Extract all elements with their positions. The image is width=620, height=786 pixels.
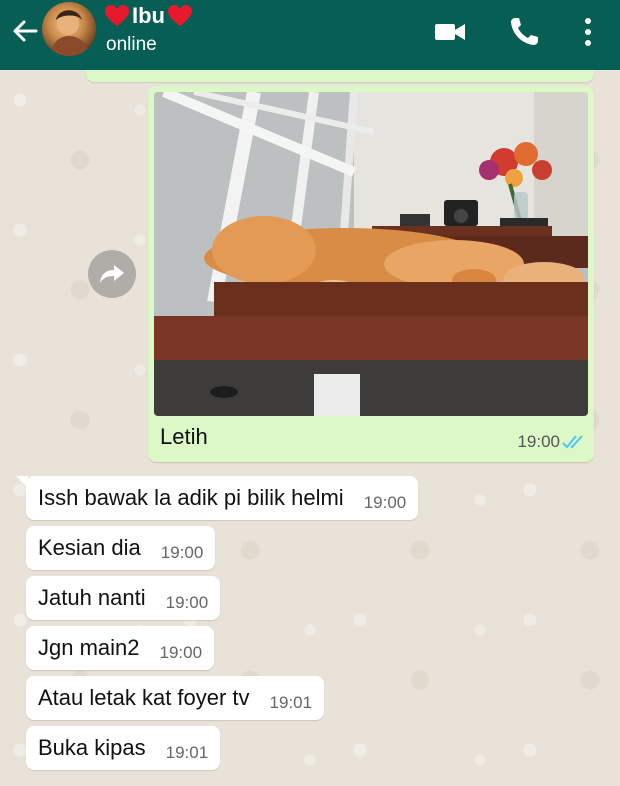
forward-icon	[100, 265, 124, 283]
incoming-message[interactable]: Jgn main2 19:00	[26, 626, 215, 670]
message-time: 19:01	[165, 743, 209, 762]
more-options-icon	[585, 18, 591, 46]
video-call-button[interactable]	[432, 14, 468, 50]
incoming-message[interactable]: Kesian dia 19:00	[26, 526, 216, 570]
message-time: 19:00	[160, 543, 204, 562]
incoming-message[interactable]: Jatuh nanti 19:00	[26, 576, 221, 620]
heart-icon	[105, 5, 129, 26]
avatar[interactable]	[42, 2, 96, 56]
image-message[interactable]: Letih 19:00	[148, 86, 594, 462]
message-time: 19:00	[517, 432, 560, 451]
message-time: 19:01	[269, 693, 313, 712]
video-call-icon	[435, 24, 465, 40]
contact-name: Ibu	[104, 2, 193, 30]
message-time: 19:00	[363, 493, 407, 512]
incoming-message[interactable]: Atau letak kat foyer tv 19:01	[26, 676, 325, 720]
message-time: 19:00	[159, 643, 203, 662]
voice-call-button[interactable]	[506, 14, 542, 50]
photo-cat-on-stairs[interactable]	[154, 92, 588, 416]
chat-header: Ibu online	[0, 0, 620, 70]
heart-icon	[168, 5, 192, 26]
image-caption: Letih	[160, 424, 208, 449]
previous-message-bubble	[86, 70, 594, 82]
chat-area[interactable]: Letih 19:00 Issh bawak la adik pi bilik …	[0, 70, 620, 786]
incoming-message[interactable]: Buka kipas 19:01	[26, 726, 221, 770]
phone-icon	[511, 18, 538, 45]
message-text: Kesian dia	[38, 535, 141, 560]
incoming-message[interactable]: Issh bawak la adik pi bilik helmi 19:00	[15, 476, 419, 520]
message-time: 19:00	[165, 593, 209, 612]
contact-name-text: Ibu	[132, 3, 165, 28]
message-text: Buka kipas	[38, 735, 146, 760]
more-options-button[interactable]	[570, 14, 606, 50]
message-text: Issh bawak la adik pi bilik helmi	[38, 485, 344, 510]
forward-button[interactable]	[88, 250, 136, 298]
contact-info[interactable]: Ibu online	[104, 2, 193, 56]
message-text: Atau letak kat foyer tv	[38, 685, 250, 710]
double-check-icon	[562, 435, 583, 449]
message-text: Jatuh nanti	[38, 585, 146, 610]
contact-status: online	[106, 34, 157, 55]
back-button[interactable]	[8, 14, 42, 48]
message-text: Jgn main2	[38, 635, 140, 660]
back-arrow-icon	[13, 20, 38, 42]
